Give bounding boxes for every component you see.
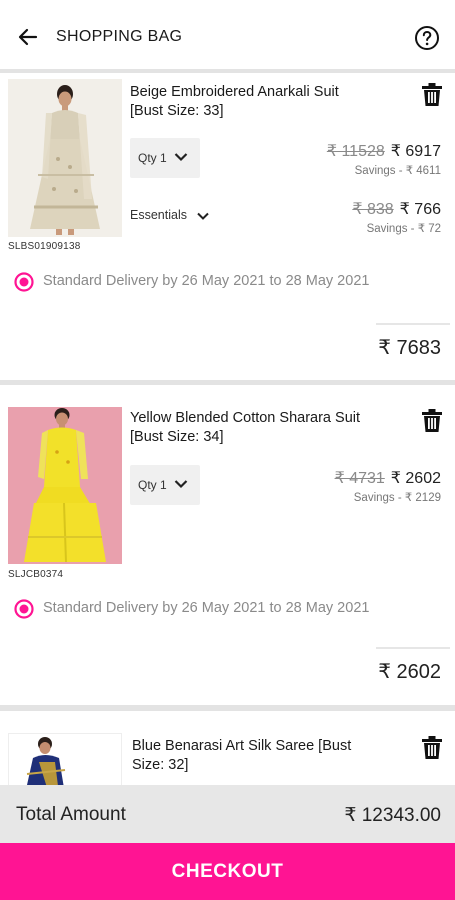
total-amount-bar: Total Amount ₹ 12343.00 — [0, 785, 455, 843]
subtotal-divider — [376, 323, 450, 325]
item-subtotal: ₹ 7683 — [378, 337, 441, 359]
quantity-selector[interactable]: Qty 1 — [130, 138, 200, 178]
item-subtotal: ₹ 2602 — [378, 661, 441, 683]
selling-price: ₹ 2602 — [390, 470, 441, 487]
subtotal-divider — [376, 647, 450, 649]
chevron-down-icon — [174, 153, 188, 162]
total-amount-label: Total Amount — [16, 804, 126, 825]
delivery-option[interactable]: Standard Delivery by 26 May 2021 to 28 M… — [14, 598, 434, 620]
delete-icon[interactable] — [421, 409, 443, 433]
product-image[interactable] — [8, 79, 122, 237]
app-header: SHOPPING BAG — [0, 0, 455, 72]
product-sku: SLBS01909138 — [8, 241, 81, 252]
price-row: ₹ 4731 ₹ 2602 — [335, 468, 441, 488]
quantity-selector[interactable]: Qty 1 — [130, 465, 200, 505]
chevron-down-icon — [174, 480, 188, 489]
help-icon[interactable] — [414, 25, 440, 51]
bag-item-3: Blue Benarasi Art Silk Saree [Bust Size:… — [0, 711, 455, 785]
chevron-down-icon — [197, 212, 209, 220]
delivery-text: Standard Delivery by 26 May 2021 to 28 M… — [43, 273, 370, 289]
price-row: ₹ 11528 ₹ 6917 — [327, 141, 441, 161]
delete-icon[interactable] — [421, 736, 443, 760]
checkout-button[interactable]: CHECKOUT — [0, 843, 455, 900]
delete-icon[interactable] — [421, 83, 443, 107]
bag-item-1: SLBS01909138 Beige Embroidered Anarkali … — [0, 73, 455, 380]
back-arrow-icon[interactable] — [16, 25, 40, 49]
page-title: SHOPPING BAG — [56, 28, 183, 45]
essentials-label: Essentials — [130, 208, 187, 222]
product-title[interactable]: Beige Embroidered Anarkali Suit [Bust Si… — [130, 83, 360, 121]
radio-selected-icon[interactable] — [14, 272, 34, 292]
essentials-dropdown[interactable]: Essentials — [130, 206, 214, 226]
product-title[interactable]: Yellow Blended Cotton Sharara Suit [Bust… — [130, 409, 360, 447]
selling-price: ₹ 6917 — [390, 143, 441, 160]
savings-text: Savings - ₹ 2129 — [353, 492, 441, 504]
savings-text: Savings - ₹ 4611 — [354, 165, 441, 177]
original-price: ₹ 4731 — [334, 470, 385, 487]
essentials-savings-text: Savings - ₹ 72 — [366, 223, 441, 235]
product-image[interactable] — [8, 733, 122, 785]
quantity-label: Qty 1 — [138, 478, 167, 492]
quantity-label: Qty 1 — [138, 151, 167, 165]
product-image[interactable] — [8, 407, 122, 564]
delivery-option[interactable]: Standard Delivery by 26 May 2021 to 28 M… — [14, 271, 434, 293]
delivery-text: Standard Delivery by 26 May 2021 to 28 M… — [43, 600, 370, 616]
bag-item-2: SLJCB0374 Yellow Blended Cotton Sharara … — [0, 385, 455, 705]
essentials-original-price: ₹ 838 — [352, 201, 394, 218]
product-title[interactable]: Blue Benarasi Art Silk Saree [Bust Size:… — [132, 737, 362, 775]
total-amount-value: ₹ 12343.00 — [344, 805, 441, 826]
radio-selected-icon[interactable] — [14, 599, 34, 619]
essentials-price-row: ₹ 838 ₹ 766 — [352, 199, 441, 219]
product-sku: SLJCB0374 — [8, 569, 64, 580]
original-price: ₹ 11528 — [326, 143, 385, 160]
essentials-selling-price: ₹ 766 — [399, 201, 441, 218]
